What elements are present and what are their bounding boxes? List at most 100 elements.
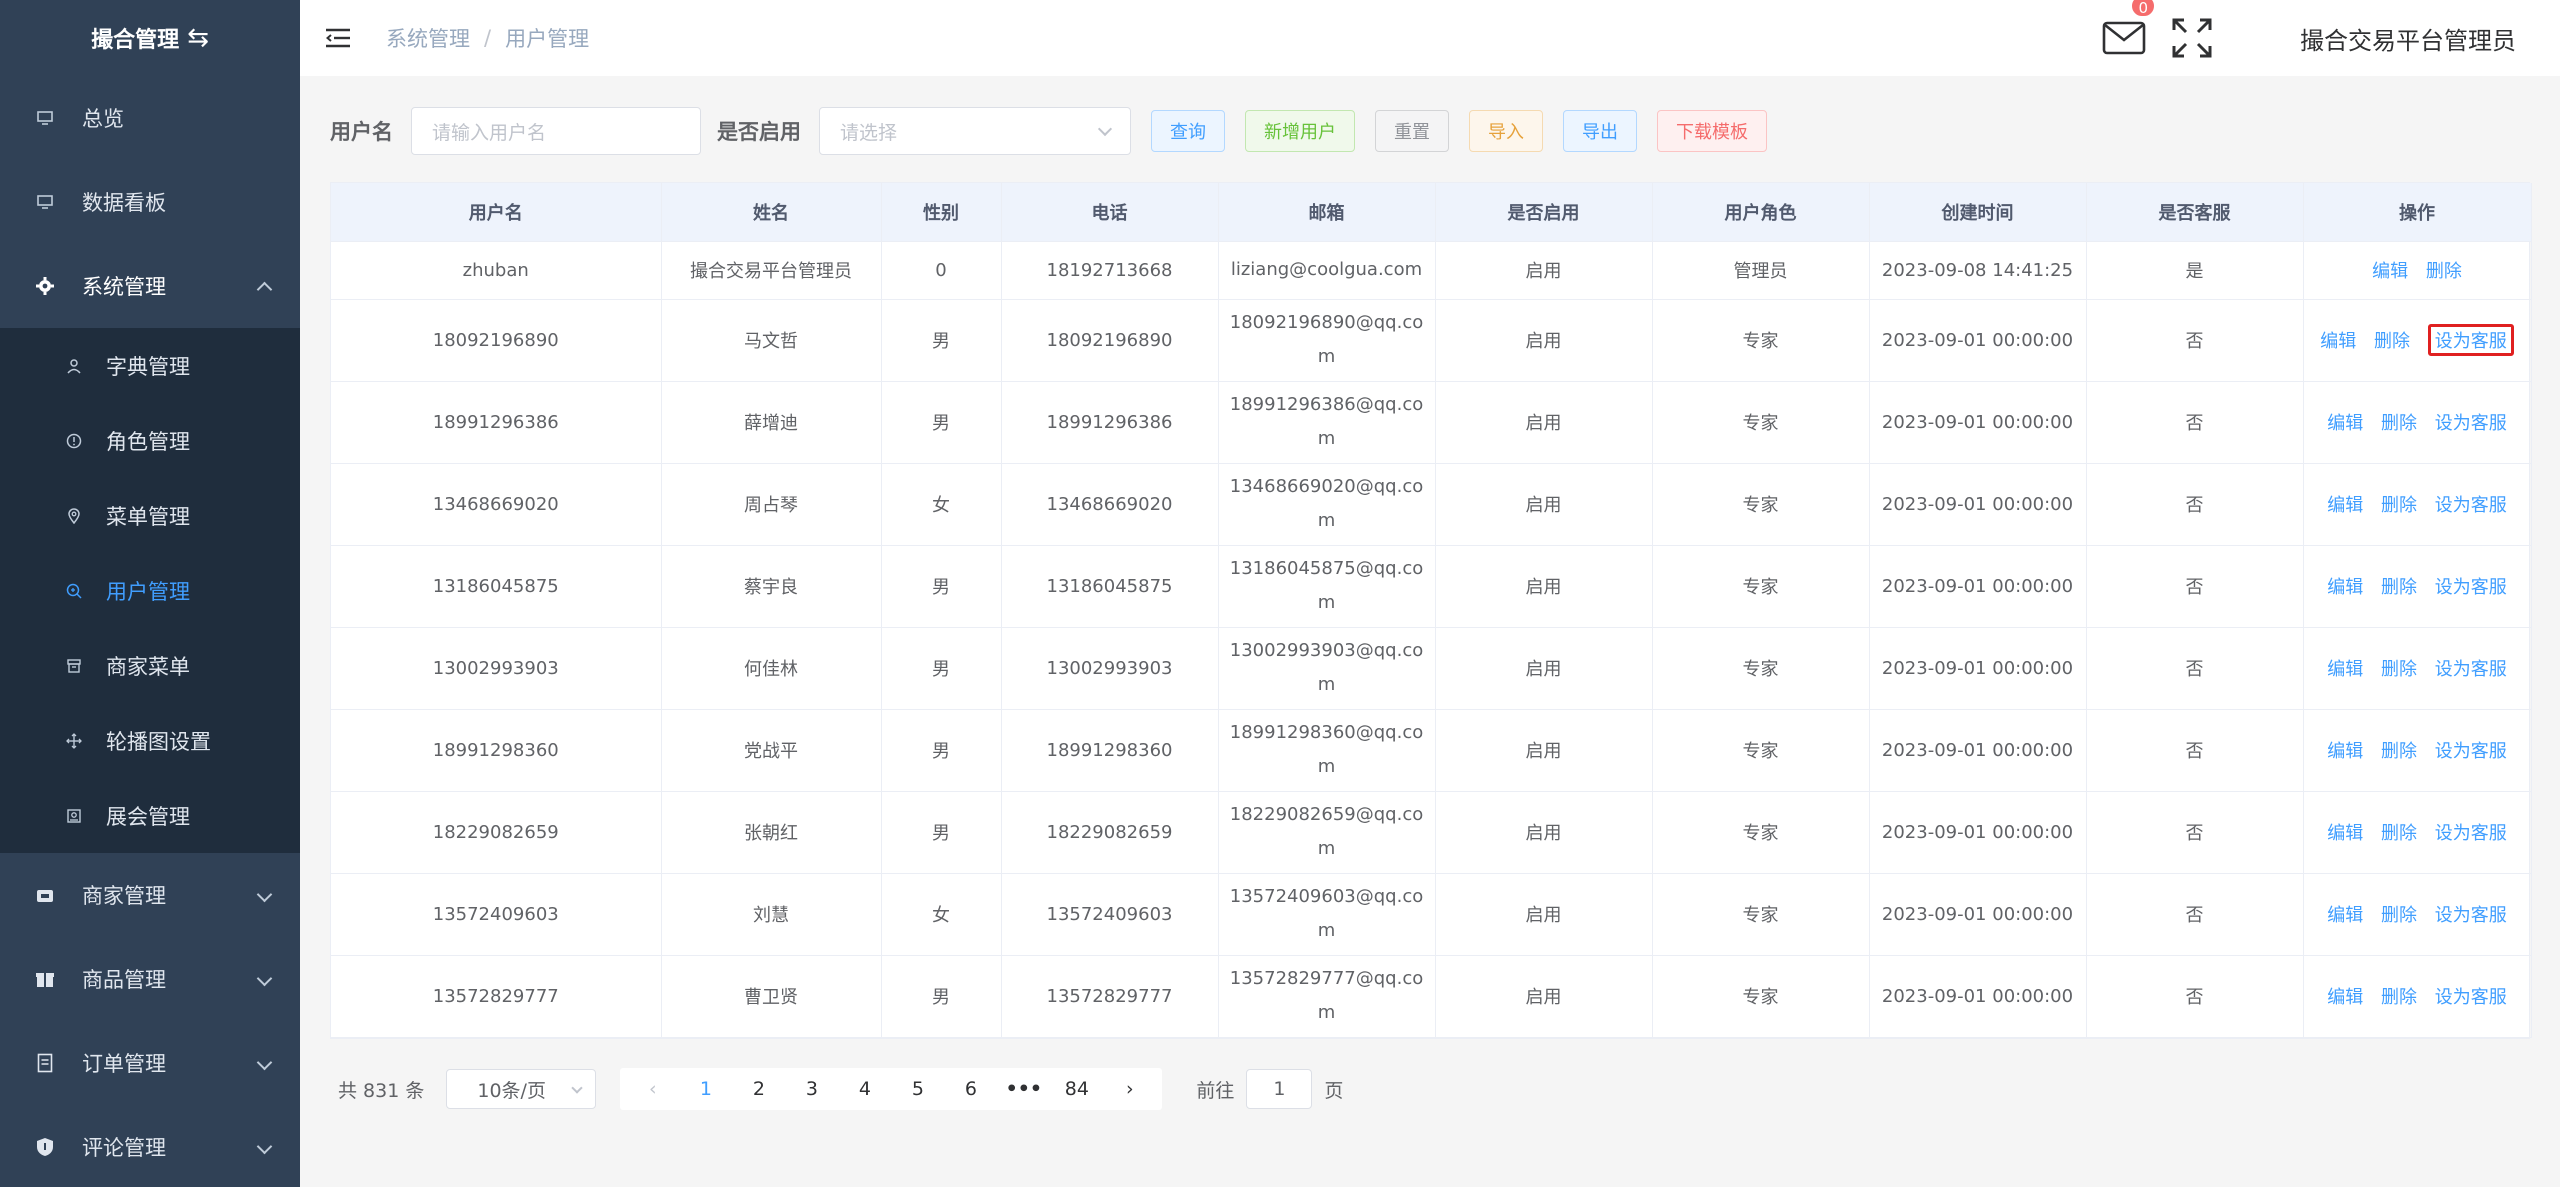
sidebar: 撮合管理 ⇆ 总览 数据看板 系统管理 字典管理 角色管理 菜单管理 用户管理 … [0,0,300,1187]
username-label[interactable]: 撮合交易平台管理员 [2300,21,2516,56]
reset-button[interactable]: 重置 [1375,110,1449,152]
edit-link[interactable]: 编辑 [2327,983,2363,1009]
delete-link[interactable]: 删除 [2381,819,2417,845]
edit-link[interactable]: 编辑 [2327,491,2363,517]
column-header: 用户角色 [1652,183,1870,242]
cell-is-cs: 否 [2086,299,2304,382]
query-button[interactable]: 查询 [1151,110,1225,152]
set-customer-service-link[interactable]: 设为客服 [2435,573,2507,599]
page-button[interactable]: 2 [732,1078,785,1100]
goto-page-input[interactable]: 1 [1246,1069,1313,1109]
sidebar-item-dashboard[interactable]: 数据看板 [0,160,300,244]
sidebar-item-reviews[interactable]: 评论管理 [0,1105,300,1187]
edit-link[interactable]: 编辑 [2327,409,2363,435]
chevron-down-icon [256,970,273,987]
logo: 撮合管理 ⇆ [0,0,300,76]
swap-icon[interactable]: ⇆ [187,23,209,53]
set-customer-service-link[interactable]: 设为客服 [2435,901,2507,927]
page-button[interactable]: 4 [838,1078,891,1100]
delete-link[interactable]: 删除 [2381,409,2417,435]
cell-phone: 18092196890 [1001,299,1219,382]
more-pages-button[interactable]: ••• [997,1078,1050,1100]
cell-actions: 编辑 删除 设为客服 [2303,381,2532,464]
sidebar-item-label: 轮播图设置 [106,729,211,754]
cell-username: 13572829777 [331,955,662,1038]
avatar[interactable] [2244,9,2288,67]
delete-link[interactable]: 删除 [2381,655,2417,681]
sidebar-item-roles[interactable]: 角色管理 [0,403,300,478]
cell-email: 18092196890@qq.com [1218,299,1436,382]
mail-icon[interactable]: 0 [2102,0,2156,56]
sidebar-item-overview[interactable]: 总览 [0,76,300,160]
edit-link[interactable]: 编辑 [2327,819,2363,845]
export-button[interactable]: 导出 [1563,110,1637,152]
info-icon [64,431,84,451]
sidebar-item-dictionary[interactable]: 字典管理 [0,328,300,403]
page-button[interactable]: 84 [1050,1078,1103,1100]
menu-toggle-icon[interactable] [326,27,350,49]
edit-link[interactable]: 编辑 [2320,327,2356,353]
page-button[interactable]: 3 [785,1078,838,1100]
sidebar-item-system[interactable]: 系统管理 [0,244,300,328]
add-user-button[interactable]: 新增用户 [1245,110,1355,152]
sidebar-item-products[interactable]: 商品管理 [0,937,300,1021]
cell-phone: 13468669020 [1001,463,1219,546]
set-customer-service-link[interactable]: 设为客服 [2435,409,2507,435]
delete-link[interactable]: 删除 [2381,737,2417,763]
delete-link[interactable]: 删除 [2381,901,2417,927]
sidebar-item-exhibition[interactable]: 展会管理 [0,778,300,853]
sidebar-item-carousel[interactable]: 轮播图设置 [0,703,300,778]
chevron-down-icon [256,886,273,903]
table-row: 18092196890 马文哲 男 18092196890 1809219689… [331,299,2532,382]
edit-link[interactable]: 编辑 [2327,655,2363,681]
page-button[interactable]: 5 [891,1078,944,1100]
username-search-input[interactable]: 请输入用户名 [411,107,701,155]
edit-link[interactable]: 编辑 [2327,573,2363,599]
delete-link[interactable]: 删除 [2426,257,2462,283]
delete-link[interactable]: 删除 [2381,573,2417,599]
page-size-select[interactable]: 10条/页 [446,1069,597,1109]
cell-username: 18991296386 [331,381,662,464]
cell-gender: 女 [881,463,1002,546]
sidebar-item-merchant-menu[interactable]: 商家菜单 [0,628,300,703]
sidebar-item-merchants[interactable]: 商家管理 [0,853,300,937]
set-customer-service-link[interactable]: 设为客服 [2427,324,2514,356]
cell-gender: 男 [881,545,1002,628]
cell-name: 曹卫贤 [661,955,882,1038]
enabled-select[interactable]: 请选择 [819,107,1131,155]
set-customer-service-link[interactable]: 设为客服 [2435,983,2507,1009]
edit-link[interactable]: 编辑 [2372,257,2408,283]
document-icon [34,1052,56,1074]
sidebar-item-menus[interactable]: 菜单管理 [0,478,300,553]
set-customer-service-link[interactable]: 设为客服 [2435,737,2507,763]
sidebar-item-orders[interactable]: 订单管理 [0,1021,300,1105]
cell-role: 专家 [1652,791,1870,874]
table-row: 13468669020 周占琴 女 13468669020 1346866902… [331,463,2532,546]
import-button[interactable]: 导入 [1469,110,1543,152]
cell-gender: 男 [881,381,1002,464]
delete-link[interactable]: 删除 [2381,491,2417,517]
breadcrumb-item-system[interactable]: 系统管理 [386,23,470,53]
set-customer-service-link[interactable]: 设为客服 [2435,819,2507,845]
fullscreen-icon[interactable] [2170,16,2214,60]
header-tools: 0 撮合交易平台管理员 [2102,0,2516,76]
page-button[interactable]: 6 [944,1078,997,1100]
cell-created: 2023-09-01 00:00:00 [1869,545,2087,628]
set-customer-service-link[interactable]: 设为客服 [2435,491,2507,517]
sidebar-item-users[interactable]: 用户管理 [0,553,300,628]
delete-link[interactable]: 删除 [2374,327,2410,353]
edit-link[interactable]: 编辑 [2327,737,2363,763]
cell-gender: 男 [881,791,1002,874]
cell-is-cs: 否 [2086,873,2304,956]
sidebar-item-label: 商品管理 [82,968,166,992]
page-button[interactable]: 1 [679,1078,732,1100]
prev-page-icon[interactable]: ‹ [626,1078,679,1100]
next-page-icon[interactable]: › [1103,1078,1156,1100]
download-template-button[interactable]: 下载模板 [1657,110,1767,152]
cell-email: 13002993903@qq.com [1218,627,1436,710]
set-customer-service-link[interactable]: 设为客服 [2435,655,2507,681]
cell-enabled: 启用 [1435,955,1653,1038]
user-table: 用户名 姓名 性别 电话 邮箱 是否启用 用户角色 创建时间 是否客服 操作 z… [330,182,2532,1039]
delete-link[interactable]: 删除 [2381,983,2417,1009]
edit-link[interactable]: 编辑 [2327,901,2363,927]
